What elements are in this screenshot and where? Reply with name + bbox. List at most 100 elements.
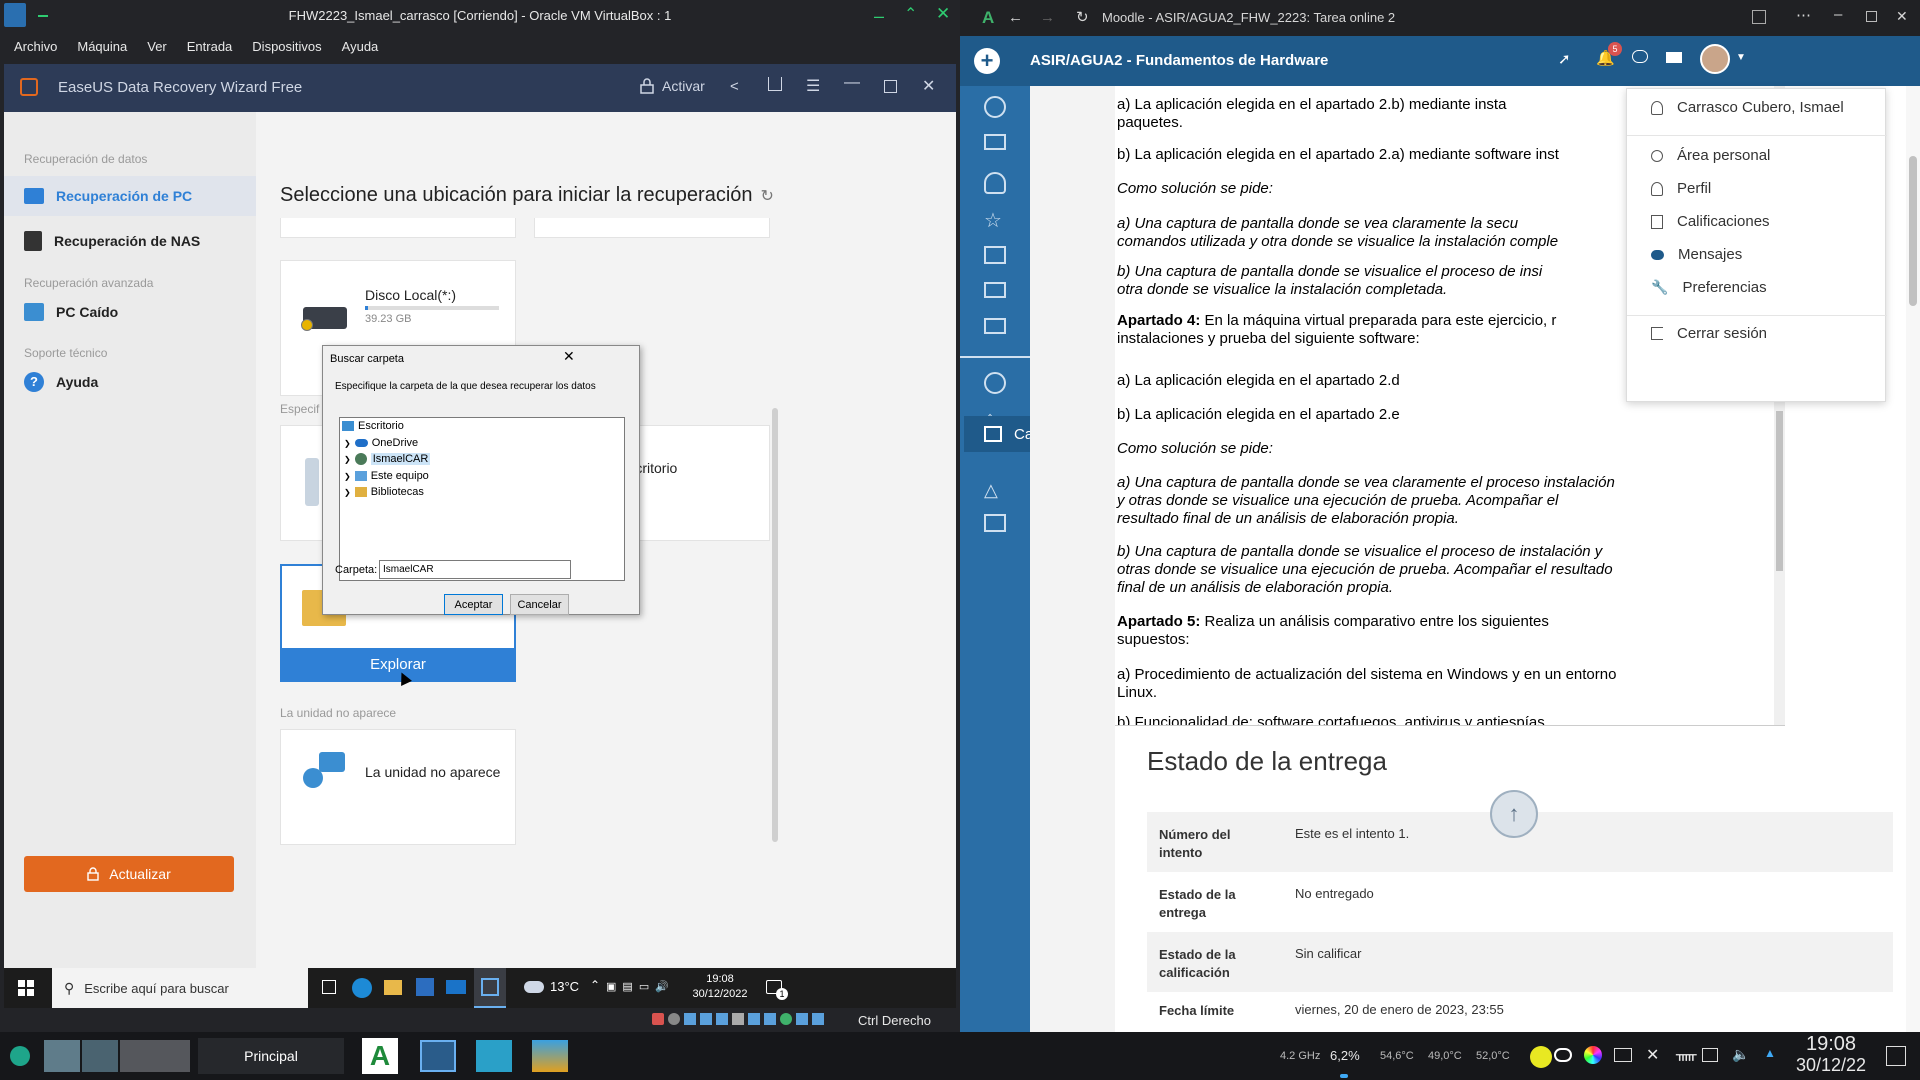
chat-icon[interactable] [1632,50,1648,63]
menu-ver[interactable]: Ver [147,39,167,54]
pin-icon[interactable]: ➚ [1558,50,1571,68]
meet-icon[interactable]: ▤ [622,980,632,993]
chevron-right-icon[interactable]: ❯ [344,488,351,497]
mail-icon[interactable] [446,980,466,994]
sidebar-item-nas-recovery[interactable]: Recuperación de NAS [24,227,200,255]
display-icon[interactable] [1702,1048,1718,1062]
scrollbar-thumb[interactable] [1776,411,1783,571]
tree-item-libraries[interactable]: ❯ Bibliotecas [344,484,424,500]
sidebar-item-help[interactable]: ? Ayuda [24,368,98,396]
user-menu-profile[interactable]: Perfil [1651,180,1711,197]
tools-icon[interactable]: ✕ [1646,1045,1659,1065]
close-icon[interactable]: ✕ [936,4,950,24]
user-menu-logout[interactable]: Cerrar sesión [1651,325,1767,342]
host-clock[interactable]: 19:08 30/12/22 [1786,1034,1876,1076]
folder-input[interactable] [379,560,571,579]
file-explorer-icon[interactable] [384,980,402,995]
partial-card[interactable] [280,218,516,238]
download-icon[interactable] [768,77,782,91]
mail-icon[interactable] [1666,52,1682,63]
sidebar-item-pc-recovery[interactable]: Recuperación de PC [24,182,192,210]
user-menu-name[interactable]: Carrasco Cubero, Ismael [1651,99,1844,116]
bluetooth-icon[interactable]: ᚅ [1676,1045,1697,1063]
graduation-cap-icon[interactable]: △ [984,480,1006,502]
recording-icon[interactable] [764,1013,776,1025]
maximize-icon[interactable] [1866,11,1877,22]
file-manager-icon[interactable] [476,1040,512,1072]
tree-item-desktop[interactable]: Escritorio [342,418,404,434]
taskbar-search-box[interactable]: ⚲ Escribe aquí para buscar [52,968,308,1008]
store-icon[interactable] [416,978,434,996]
tree-item-this-pc[interactable]: ❯ Este equipo [344,468,429,484]
minimize-icon[interactable]: – [1834,6,1842,23]
users-icon[interactable] [984,172,1006,194]
menu-ayuda[interactable]: Ayuda [342,39,379,54]
cancel-button[interactable]: Cancelar [510,594,569,615]
principal-window-button[interactable]: Principal [198,1038,344,1074]
folder-icon[interactable] [984,318,1006,334]
chevron-right-icon[interactable]: ❯ [344,472,351,481]
book-icon[interactable] [984,246,1006,264]
files-icon[interactable] [984,514,1006,532]
cpu-icon[interactable] [780,1013,792,1025]
maximize-icon[interactable]: ⌃ [904,4,917,24]
weather-sun-icon[interactable] [1530,1046,1552,1068]
chevron-up-icon[interactable]: ⌃ [590,978,600,992]
tree-item-onedrive[interactable]: ❯ OneDrive [344,435,418,451]
back-icon[interactable]: ← [1008,9,1023,26]
menu-archivo[interactable]: Archivo [14,39,57,54]
show-desktop-icon[interactable] [1886,1046,1906,1066]
virtualbox-app-icon[interactable] [420,1040,456,1072]
workspace-3[interactable] [120,1040,190,1072]
chevron-right-icon[interactable]: ❯ [344,455,351,464]
sidebar-item-pc-crash[interactable]: PC Caído [24,298,118,326]
mouse-integration-icon[interactable] [796,1013,808,1025]
display-icon[interactable]: ▭ [639,980,649,993]
harddisk-icon[interactable] [652,1013,664,1025]
weather-widget[interactable]: 13°C [524,979,579,994]
close-icon[interactable]: ✕ [1896,8,1908,25]
tree-item-user[interactable]: ❯ IsmaelCAR [344,451,431,467]
color-picker-icon[interactable] [1584,1046,1602,1064]
back-to-top-button[interactable]: ↑ [1490,790,1538,838]
moodle-app-icon[interactable]: A [362,1038,398,1074]
cloud-icon[interactable] [1554,1048,1572,1062]
more-icon[interactable]: ⋯ [1796,6,1811,24]
minimize-icon[interactable]: – [874,6,884,27]
page-scrollbar[interactable] [1906,86,1920,1032]
speaker-icon[interactable]: 🔈 [1732,1046,1749,1063]
usb-icon[interactable] [716,1013,728,1025]
task-view-icon[interactable] [322,980,336,994]
keyboard-icon[interactable] [812,1013,824,1025]
scrollbar-thumb[interactable] [1909,156,1917,306]
star-icon[interactable]: ☆ [984,208,1006,232]
partial-card[interactable] [534,218,770,238]
add-icon[interactable]: + [974,48,1000,74]
folder-icon[interactable] [984,282,1006,298]
display-icon[interactable] [748,1013,760,1025]
ok-button[interactable]: Aceptar [444,594,503,615]
missing-drive-card[interactable]: La unidad no aparece [280,729,516,845]
reload-icon[interactable]: ↻ [1076,8,1089,26]
scrollbar[interactable] [772,408,778,842]
forward-icon[interactable]: → [1040,9,1055,26]
user-menu-messages[interactable]: Mensajes [1651,246,1742,263]
audio-icon[interactable] [684,1013,696,1025]
share-icon[interactable]: < [730,78,739,95]
chevron-up-icon[interactable]: ▲ [1764,1046,1776,1060]
close-icon[interactable]: ✕ [922,76,935,96]
chevron-right-icon[interactable]: ❯ [344,439,351,448]
menu-dispositivos[interactable]: Dispositivos [252,39,321,54]
menu-entrada[interactable]: Entrada [187,39,233,54]
user-menu-grades[interactable]: Calificaciones [1651,213,1770,230]
network-icon[interactable]: ▣ [606,980,616,993]
menu-icon[interactable]: ☰ [806,76,820,96]
taskbar-clock[interactable]: 19:08 30/12/2022 [684,972,756,1002]
terminal-icon[interactable] [1614,1048,1632,1062]
close-icon[interactable]: ✕ [563,348,575,365]
shared-folder-icon[interactable] [732,1013,744,1025]
windows-start-icon[interactable] [18,980,34,996]
course-title[interactable]: ASIR/AGUA2 - Fundamentos de Hardware [1030,52,1328,69]
restore-icon[interactable] [884,80,897,93]
chevron-down-icon[interactable]: ▼ [1736,52,1746,63]
